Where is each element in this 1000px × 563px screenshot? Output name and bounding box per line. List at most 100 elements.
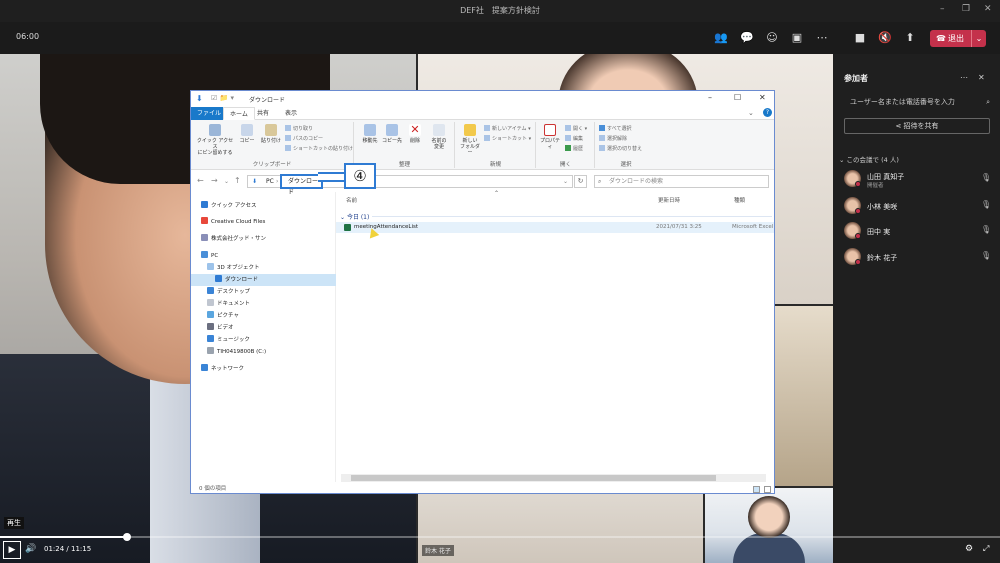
group-header-today[interactable]: ⌄ 今日 (1) bbox=[340, 212, 772, 221]
ribbon-group-label: 新規 bbox=[489, 162, 501, 168]
up-arrow-icon[interactable]: ↑ bbox=[234, 176, 241, 185]
participant-search-input[interactable]: ユーザー名または電話番号を入力 ⌕ bbox=[844, 95, 990, 109]
navigation-pane: クイック アクセス Creative Cloud Files 株式会社グッド・サ… bbox=[191, 192, 336, 482]
breadcrumb-pc[interactable]: PC bbox=[266, 176, 274, 187]
shortcut-button[interactable]: ショートカット ▾ bbox=[484, 135, 531, 142]
close-icon[interactable]: ✕ bbox=[759, 93, 766, 102]
picture-icon bbox=[207, 311, 214, 318]
search-input[interactable]: ⌕ ダウンロードの検索 bbox=[594, 175, 769, 188]
document-icon bbox=[207, 299, 214, 306]
participant-item[interactable]: 山田 真知子 開催者 🎙 bbox=[844, 168, 994, 190]
rooms-icon[interactable]: ▣ bbox=[790, 31, 804, 45]
participant-item[interactable]: 鈴木 花子 🎙 bbox=[844, 246, 994, 268]
column-header-modified[interactable]: 更新日時 bbox=[658, 196, 680, 204]
fullscreen-icon[interactable]: ⤢ bbox=[983, 544, 989, 554]
play-button[interactable]: ▶ bbox=[3, 541, 21, 559]
participant-item[interactable]: 田中 実 🎙 bbox=[844, 220, 994, 242]
nav-item-pictures[interactable]: ピクチャ bbox=[207, 310, 239, 322]
history-button[interactable]: 履歴 bbox=[565, 145, 583, 152]
close-icon[interactable]: ✕ bbox=[984, 4, 992, 14]
forward-arrow-icon[interactable]: → bbox=[211, 176, 218, 185]
leave-button[interactable]: ☎ 退出 ⌄ bbox=[930, 30, 986, 47]
progress-bar-knob[interactable] bbox=[123, 533, 131, 541]
tab-share[interactable]: 共有 bbox=[251, 107, 275, 120]
close-icon[interactable]: ✕ bbox=[978, 73, 985, 82]
chevron-down-icon[interactable]: ⌄ bbox=[748, 109, 754, 117]
participant-item[interactable]: 小林 美咲 🎙 bbox=[844, 195, 994, 217]
more-icon[interactable]: ⋯ bbox=[815, 31, 829, 45]
restore-icon[interactable]: ❐ bbox=[962, 4, 970, 14]
chevron-down-icon: ⌄ bbox=[839, 156, 847, 164]
mute-icon[interactable]: 🔇 bbox=[878, 31, 892, 45]
cut-button[interactable]: 切り取り bbox=[285, 125, 313, 132]
paste-button[interactable]: 貼り付け bbox=[259, 124, 283, 144]
back-arrow-icon[interactable]: ← bbox=[197, 176, 204, 185]
minimize-icon[interactable]: – bbox=[940, 4, 945, 14]
help-icon[interactable]: ? bbox=[763, 108, 772, 117]
nav-item-3d-objects[interactable]: 3D オブジェクト bbox=[207, 262, 259, 274]
refresh-icon[interactable]: ↻ bbox=[574, 175, 587, 188]
paste-shortcut-button[interactable]: ショートカットの貼り付け bbox=[285, 145, 353, 152]
nav-item-creative-cloud[interactable]: Creative Cloud Files bbox=[201, 216, 265, 228]
share-invite-button[interactable]: ⋖ 招待を共有 bbox=[844, 118, 990, 134]
horizontal-scrollbar[interactable] bbox=[341, 474, 766, 482]
nav-item-drive-c[interactable]: TIH0419800B (C:) bbox=[207, 346, 266, 358]
new-folder-button[interactable]: 新しい フォルダー bbox=[458, 124, 482, 156]
pin-quick-access-button[interactable]: クイック アクセス にピン留めする bbox=[195, 124, 235, 156]
scrollbar-thumb[interactable] bbox=[351, 475, 716, 481]
file-row[interactable]: meetingAttendanceList 2021/07/31 3:25 Mi… bbox=[336, 222, 774, 233]
move-to-button[interactable]: 移動先 bbox=[359, 124, 381, 144]
reactions-icon[interactable]: ☺ bbox=[765, 31, 779, 45]
quick-access-toolbar-icon[interactable]: ☑ 📁 ▾ bbox=[211, 94, 234, 102]
copy-to-button[interactable]: コピー先 bbox=[381, 124, 403, 144]
breadcrumb-current-folder[interactable]: ダウンロード bbox=[280, 174, 323, 196]
column-header-type[interactable]: 種類 bbox=[734, 196, 745, 204]
nav-item-videos[interactable]: ビデオ bbox=[207, 322, 234, 334]
edit-button[interactable]: 編集 bbox=[565, 135, 583, 142]
address-bar[interactable]: ⬇ PC › ダウンロード ⌄ bbox=[247, 174, 573, 196]
share-icon[interactable]: ⬆ bbox=[903, 31, 917, 45]
chat-icon[interactable]: 💬 bbox=[740, 31, 754, 45]
details-view-icon[interactable] bbox=[753, 486, 760, 493]
participants-icon[interactable]: 👥 bbox=[714, 31, 728, 45]
nav-item-company[interactable]: 株式会社グッド・サン bbox=[201, 233, 266, 245]
edit-icon bbox=[565, 135, 571, 141]
gear-icon[interactable]: ⚙ bbox=[965, 544, 973, 554]
copy-button[interactable]: コピー bbox=[237, 124, 257, 144]
copy-path-button[interactable]: パスのコピー bbox=[285, 135, 323, 142]
chevron-down-icon[interactable]: ⌄ bbox=[224, 178, 229, 185]
invert-selection-button[interactable]: 選択の切り替え bbox=[599, 145, 642, 152]
file-list: 名前 ⌃ 更新日時 種類 ⌄ 今日 (1) meetingAttendanceL… bbox=[336, 190, 774, 482]
nav-item-network[interactable]: ネットワーク bbox=[201, 363, 244, 375]
camera-icon[interactable]: ■ bbox=[853, 31, 867, 45]
select-all-button[interactable]: すべて選択 bbox=[599, 125, 631, 132]
maximize-icon[interactable]: ☐ bbox=[734, 93, 741, 102]
video-tile-right bbox=[775, 306, 833, 486]
large-icons-view-icon[interactable] bbox=[764, 486, 771, 493]
nav-item-music[interactable]: ミュージック bbox=[207, 334, 250, 346]
chevron-down-icon[interactable]: ⌄ bbox=[971, 30, 986, 47]
nav-item-documents[interactable]: ドキュメント bbox=[207, 298, 250, 310]
nav-item-desktop[interactable]: デスクトップ bbox=[207, 286, 250, 298]
scissors-icon bbox=[285, 125, 291, 131]
nav-item-pc[interactable]: PC bbox=[201, 250, 218, 262]
properties-button[interactable]: プロパティ bbox=[538, 124, 562, 150]
open-icon bbox=[565, 125, 571, 131]
new-item-button[interactable]: 新しいアイテム ▾ bbox=[484, 125, 531, 132]
chevron-down-icon[interactable]: ⌄ bbox=[563, 176, 568, 187]
nav-item-quick-access[interactable]: クイック アクセス bbox=[201, 200, 256, 212]
rename-button[interactable]: 名前の 変更 bbox=[427, 124, 451, 150]
nav-item-downloads[interactable]: ダウンロード bbox=[191, 274, 336, 286]
participants-section-header[interactable]: ⌄ この会議で (4 人) bbox=[839, 154, 899, 164]
minimize-icon[interactable]: – bbox=[708, 93, 712, 102]
progress-bar[interactable] bbox=[0, 536, 1000, 538]
tab-view[interactable]: 表示 bbox=[279, 107, 303, 120]
select-none-button[interactable]: 選択解除 bbox=[599, 135, 627, 142]
more-icon[interactable]: ⋯ bbox=[960, 73, 968, 82]
column-header-name[interactable]: 名前 bbox=[346, 196, 357, 204]
volume-icon[interactable]: 🔊 bbox=[25, 544, 36, 554]
open-button[interactable]: 開く ▾ bbox=[565, 125, 587, 132]
delete-button[interactable]: ✕ 削除 bbox=[405, 124, 425, 144]
creative-cloud-icon bbox=[201, 217, 208, 224]
tab-file[interactable]: ファイル bbox=[191, 107, 228, 120]
